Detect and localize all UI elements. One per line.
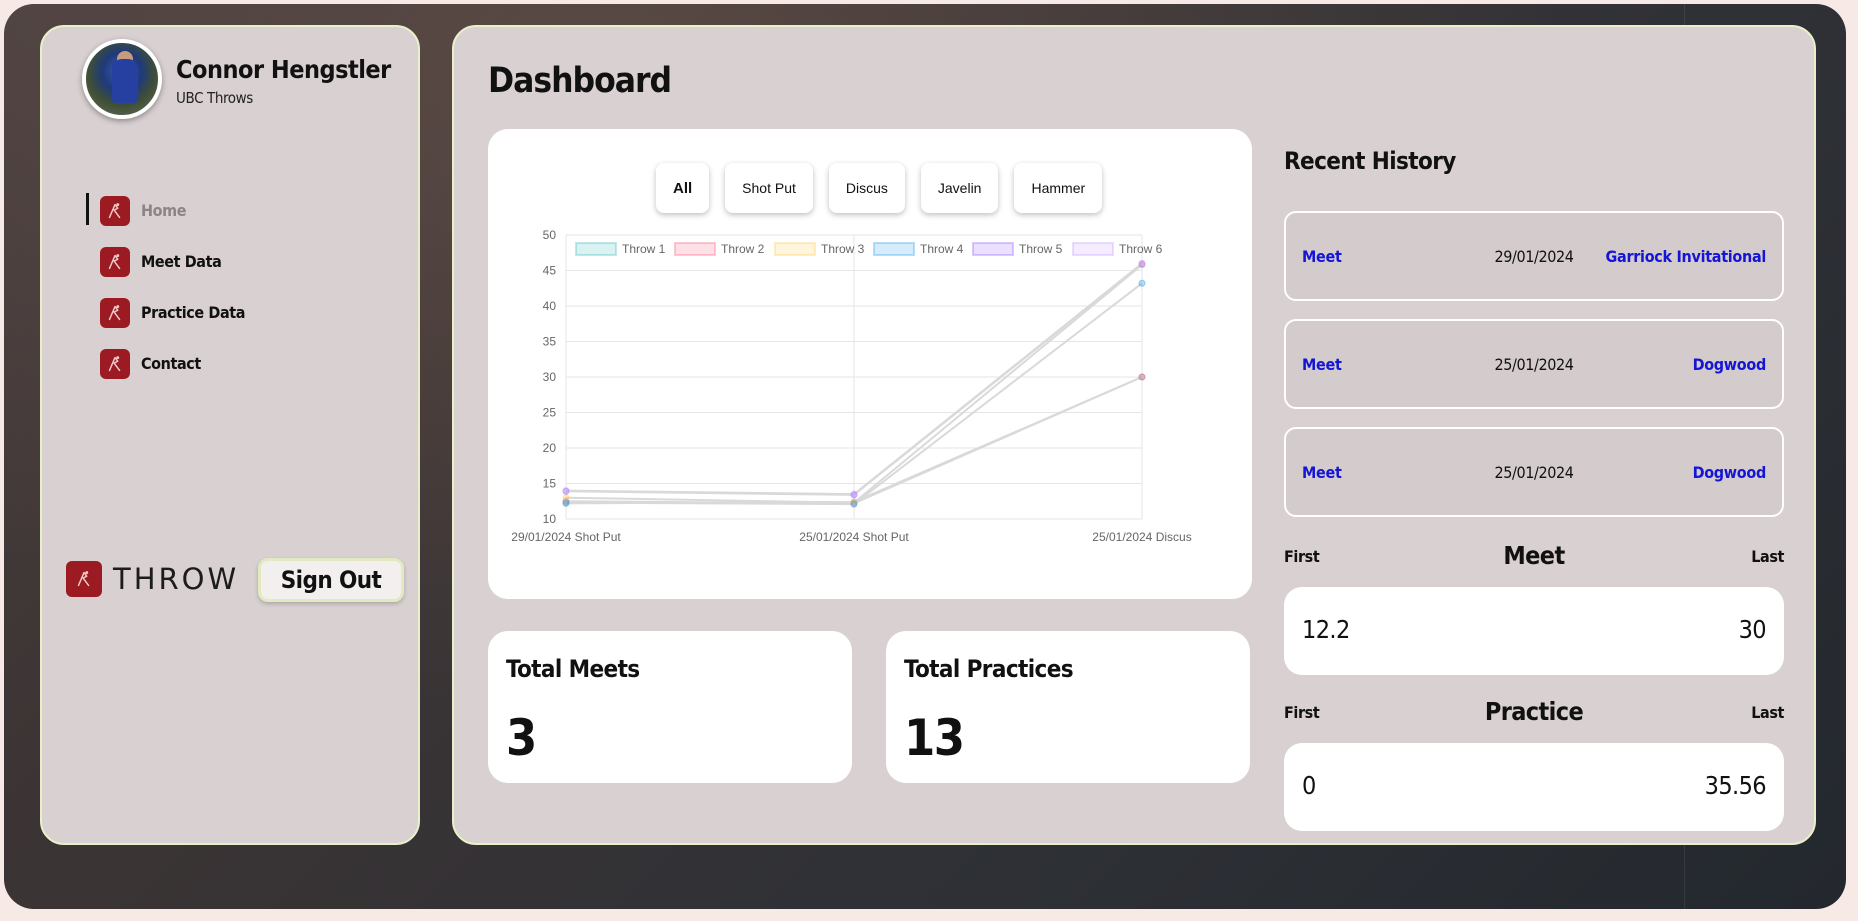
legend-swatch (873, 242, 915, 256)
x-tick-label: 25/01/2024 Shot Put (799, 530, 909, 544)
legend-swatch (1072, 242, 1114, 256)
legend-swatch (674, 242, 716, 256)
throw-logo-icon (66, 561, 102, 597)
brand-name: THROW (113, 562, 240, 596)
chart-card: 10 15 20 25 30 35 40 45 50 29/01/2024 Shot Put 25/… (488, 129, 1252, 599)
history-item[interactable]: Meet 29/01/2024 Garriock Invitational (1284, 211, 1784, 301)
sidebar-item-practice-data[interactable]: Practice Data (86, 287, 245, 338)
sidebar-item-label: Home (141, 201, 187, 220)
x-tick-label: 29/01/2024 Shot Put (511, 530, 621, 544)
data-point (1138, 373, 1146, 381)
sidebar-item-home[interactable]: Home (86, 185, 245, 236)
history-item[interactable]: Meet 25/01/2024 Dogwood (1284, 319, 1784, 409)
sidebar-item-label: Meet Data (141, 252, 222, 271)
history-item-name[interactable]: Dogwood (1693, 355, 1767, 374)
meet-last-value: 30 (1738, 615, 1767, 644)
practice-last-value: 35.56 (1704, 771, 1767, 800)
meet-title: Meet (1503, 541, 1565, 570)
total-meets-card: Total Meets 3 (488, 631, 852, 783)
y-tick-label: 40 (543, 299, 557, 313)
sidebar-item-meet-data[interactable]: Meet Data (86, 236, 245, 287)
page-title: Dashboard (488, 61, 672, 101)
data-point (1138, 259, 1146, 267)
filter-shot-put-button[interactable]: Shot Put (725, 163, 813, 213)
brand-logo: THROW (66, 561, 239, 597)
meet-first-last-header: First Meet Last (1284, 541, 1784, 571)
sidebar: Connor Hengstler UBC Throws Home Meet Da… (40, 25, 420, 845)
y-tick-label: 20 (543, 441, 557, 455)
filter-javelin-button[interactable]: Javelin (920, 163, 999, 213)
legend-label: Throw 4 (920, 242, 964, 256)
y-tick-label: 35 (543, 335, 557, 349)
y-tick-label: 50 (543, 228, 557, 242)
legend-swatch (575, 242, 617, 256)
total-practices-label: Total Practices (904, 655, 1074, 683)
total-meets-label: Total Meets (506, 655, 640, 683)
data-point (1138, 279, 1146, 287)
y-tick-label: 30 (543, 370, 557, 384)
avatar (82, 39, 162, 119)
history-item[interactable]: Meet 25/01/2024 Dogwood (1284, 427, 1784, 517)
legend-label: Throw 3 (821, 242, 865, 256)
practice-first-last-header: First Practice Last (1284, 697, 1784, 727)
recent-history-title: Recent History (1284, 147, 1456, 175)
throw-logo-icon (100, 195, 130, 226)
data-point (850, 500, 858, 508)
throw-logo-icon (100, 246, 130, 277)
meet-first-last-card: 12.2 30 (1284, 587, 1784, 675)
total-practices-card: Total Practices 13 (886, 631, 1250, 783)
total-meets-value: 3 (506, 709, 537, 767)
practice-first-last-card: 0 35.56 (1284, 743, 1784, 831)
legend-label: Throw 1 (622, 242, 666, 256)
legend-swatch (774, 242, 816, 256)
main-panel: Dashboard 10 15 20 25 30 35 40 45 50 29/01/2024 S… (452, 25, 1816, 845)
user-name: Connor Hengstler (176, 55, 391, 84)
y-tick-label: 15 (543, 477, 557, 491)
data-point (562, 487, 570, 495)
sidebar-item-contact[interactable]: Contact (86, 338, 245, 389)
event-filters: All Shot Put Discus Javelin Hammer (656, 163, 1103, 213)
history-item-name[interactable]: Garriock Invitational (1606, 247, 1767, 266)
y-tick-label: 25 (543, 406, 557, 420)
x-tick-label: 25/01/2024 Discus (1092, 530, 1191, 544)
sidebar-item-label: Practice Data (141, 303, 246, 322)
legend-label: Throw 5 (1019, 242, 1063, 256)
sidebar-nav: Home Meet Data Practice Data Contact (86, 185, 245, 389)
data-point (562, 499, 570, 507)
history-item-name[interactable]: Dogwood (1693, 463, 1767, 482)
y-tick-label: 45 (543, 264, 557, 278)
meet-first-value: 12.2 (1302, 615, 1350, 644)
legend-label: Throw 2 (721, 242, 765, 256)
meet-last-label: Last (1751, 547, 1784, 566)
throw-logo-icon (100, 297, 130, 328)
practice-title: Practice (1484, 697, 1584, 726)
legend-swatch (972, 242, 1014, 256)
user-team: UBC Throws (176, 89, 253, 107)
legend-label: Throw 6 (1119, 242, 1163, 256)
filter-hammer-button[interactable]: Hammer (1014, 163, 1103, 213)
total-practices-value: 13 (904, 709, 965, 767)
practice-last-label: Last (1751, 703, 1784, 722)
throw-logo-icon (100, 348, 130, 379)
filter-discus-button[interactable]: Discus (828, 163, 905, 213)
app-window: Connor Hengstler UBC Throws Home Meet Da… (4, 4, 1846, 909)
sidebar-item-label: Contact (141, 354, 201, 373)
filter-all-button[interactable]: All (656, 163, 710, 213)
active-indicator (86, 193, 89, 225)
data-point (850, 490, 858, 498)
sign-out-button[interactable]: Sign Out (258, 558, 404, 602)
y-tick-label: 10 (543, 512, 557, 526)
practice-first-value: 0 (1302, 771, 1316, 800)
